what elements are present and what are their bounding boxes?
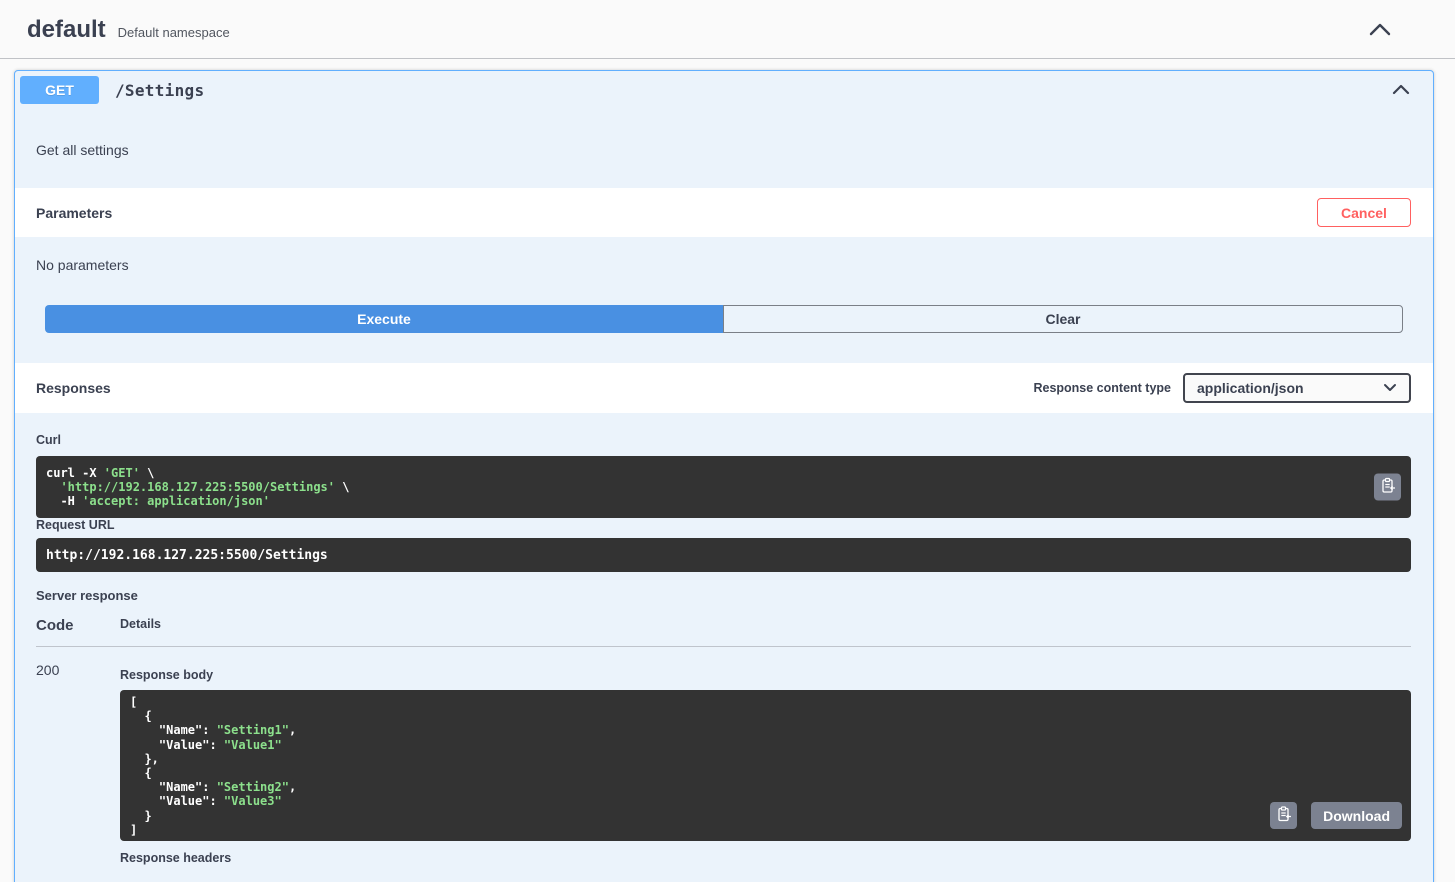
responses-body: Curl curl -X 'GET' \ 'http://192.168.127…	[15, 413, 1433, 882]
request-url-block: http://192.168.127.225:5500/Settings	[36, 538, 1411, 572]
response-body-block: [ { "Name": "Setting1", "Value": "Value1…	[120, 690, 1411, 841]
response-body-label: Response body	[120, 668, 1411, 682]
copy-to-clipboard-icon	[1380, 478, 1396, 497]
cancel-button[interactable]: Cancel	[1317, 198, 1411, 227]
status-code: 200	[36, 662, 120, 865]
opblock-get-settings: GET /Settings Get all settings Parameter…	[14, 70, 1434, 882]
curl-label: Curl	[36, 433, 1411, 447]
response-headers-label: Response headers	[120, 851, 1411, 865]
responses-title: Responses	[36, 380, 111, 396]
copy-to-clipboard-icon	[1276, 806, 1292, 825]
request-url-value: http://192.168.127.225:5500/Settings	[46, 548, 328, 563]
table-head: Code Details	[36, 617, 1411, 647]
opblock-collapse-button[interactable]	[1388, 79, 1414, 102]
tag-title[interactable]: default	[27, 16, 106, 44]
chevron-up-icon	[1369, 24, 1391, 39]
curl-command-text[interactable]: curl -X 'GET' \ 'http://192.168.127.225:…	[46, 466, 1401, 508]
tag-description: Default namespace	[118, 25, 230, 40]
request-url-label: Request URL	[36, 518, 1411, 532]
server-response-table: Code Details 200 Response body [ { "Name…	[36, 617, 1411, 865]
details-column-header: Details	[120, 617, 161, 634]
content-type-dropdown[interactable]: application/json	[1183, 373, 1411, 403]
parameters-title: Parameters	[36, 205, 112, 221]
chevron-up-icon	[1392, 83, 1410, 98]
http-method-badge: GET	[20, 76, 99, 104]
curl-copy-button[interactable]	[1374, 474, 1401, 501]
execute-wrapper: Execute Clear	[15, 305, 1433, 363]
response-content-type: Response content type application/json	[1033, 373, 1411, 403]
table-row: 200 Response body [ { "Name": "Setting1"…	[36, 647, 1411, 865]
execute-button[interactable]: Execute	[45, 305, 723, 333]
endpoint-path: /Settings	[115, 81, 204, 100]
code-column-header: Code	[36, 617, 120, 634]
parameters-header: Parameters Cancel	[15, 188, 1433, 237]
opblock-summary[interactable]: GET /Settings	[15, 71, 1433, 109]
curl-command-block: curl -X 'GET' \ 'http://192.168.127.225:…	[36, 456, 1411, 518]
server-response-title: Server response	[36, 588, 1411, 603]
tag-collapse-button[interactable]	[1365, 18, 1395, 43]
response-body-json[interactable]: [ { "Name": "Setting1", "Value": "Value1…	[130, 695, 1401, 837]
response-copy-button[interactable]	[1270, 802, 1297, 829]
chevron-down-icon	[1383, 379, 1397, 397]
responses-header: Responses Response content type applicat…	[15, 363, 1433, 413]
response-details: Response body [ { "Name": "Setting1", "V…	[120, 662, 1411, 865]
response-body-controls: Download	[1270, 802, 1402, 829]
download-button[interactable]: Download	[1311, 802, 1402, 829]
content-type-selected-value: application/json	[1197, 380, 1383, 396]
response-content-type-label: Response content type	[1033, 381, 1171, 395]
no-parameters-message: No parameters	[15, 237, 1433, 305]
tag-header: default Default namespace	[0, 0, 1455, 59]
clear-button[interactable]: Clear	[723, 305, 1403, 333]
operation-description: Get all settings	[15, 109, 1433, 188]
